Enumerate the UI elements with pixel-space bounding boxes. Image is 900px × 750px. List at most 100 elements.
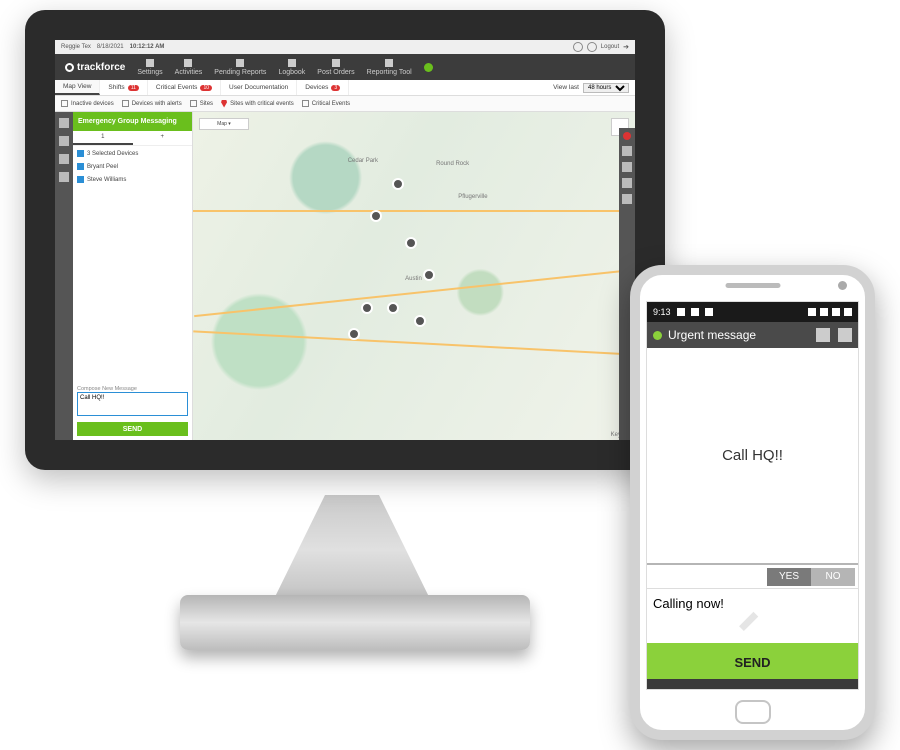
activities-icon (184, 59, 192, 67)
send-button[interactable]: SEND (77, 422, 188, 436)
check-all-devices[interactable]: 3 Selected Devices (77, 150, 188, 157)
badge-count: 10 (200, 85, 212, 91)
tab-critical-events[interactable]: Critical Events10 (148, 80, 221, 95)
status-battery-icon (844, 308, 852, 316)
check-device-b[interactable]: Steve Williams (77, 176, 188, 183)
critical-icon (302, 100, 309, 107)
badge-count: 11 (128, 85, 139, 91)
nav-reporting-tool[interactable]: Reporting Tool (367, 59, 412, 76)
map-marker[interactable] (423, 269, 435, 281)
view-last-label: View last (553, 84, 579, 91)
tab-label: Devices (305, 84, 328, 91)
logbook-icon (288, 59, 296, 67)
phone-send-button[interactable]: SEND (647, 645, 858, 679)
filter-sites-critical[interactable]: Sites with critical events (221, 100, 294, 108)
panel-subtabs: 1 + (73, 131, 192, 146)
status-location-icon (705, 308, 713, 316)
filter-label: Critical Events (312, 101, 350, 107)
rail-clipboard-icon[interactable] (59, 172, 69, 182)
close-session-icon[interactable] (587, 42, 597, 52)
brand-logo[interactable]: trackforce (65, 62, 125, 73)
rail-org-icon[interactable] (622, 194, 632, 204)
check-label: Bryant Peel (87, 164, 118, 170)
tab-map-view[interactable]: Map View (55, 80, 100, 95)
rail-routes-icon[interactable] (622, 162, 632, 172)
left-rail (55, 112, 73, 440)
nav-label: Settings (137, 69, 162, 76)
rail-people-icon[interactable] (622, 178, 632, 188)
map-marker[interactable] (405, 237, 417, 249)
monitor-bezel: Reggie Tex 8/18/2021 10:12:12 AM Logout … (25, 10, 665, 470)
status-cloud-icon (691, 308, 699, 316)
rail-layers-icon[interactable] (622, 146, 632, 156)
status-sync-icon (677, 308, 685, 316)
map-type-dropdown[interactable]: Map ▾ (199, 118, 249, 130)
phone-home-button[interactable] (735, 700, 771, 724)
nav-label: Reporting Tool (367, 69, 412, 76)
help-icon[interactable] (573, 42, 583, 52)
map-marker[interactable] (387, 302, 399, 314)
tab-user-documentation[interactable]: User Documentation (221, 80, 297, 95)
view-last-select[interactable]: 48 hours (583, 83, 629, 93)
map-marker[interactable] (414, 315, 426, 327)
panel-title: Emergency Group Messaging (73, 112, 192, 131)
city-label-austin: Austin (405, 276, 422, 282)
site-icon (190, 100, 197, 107)
monitor-stand-base (180, 595, 530, 650)
logout-link[interactable]: Logout (601, 44, 619, 50)
phone-nav-bar (647, 679, 858, 689)
compose-input[interactable]: Call HQ!! (77, 392, 188, 416)
tools-icon[interactable] (838, 328, 852, 342)
os-top-strip: Reggie Tex 8/18/2021 10:12:12 AM Logout … (55, 40, 635, 54)
nav-logbook[interactable]: Logbook (278, 59, 305, 76)
phone-app-bar: Urgent message (647, 322, 858, 348)
pin-red-icon (221, 100, 227, 108)
rail-chat-icon[interactable] (59, 118, 69, 128)
subtab-1[interactable]: 1 (73, 131, 133, 145)
current-user: Reggie Tex (61, 44, 91, 50)
yes-button[interactable]: YES (767, 568, 811, 586)
map-marker[interactable] (370, 210, 382, 222)
tab-label: Map View (63, 83, 91, 90)
messaging-panel: Emergency Group Messaging 1 + 3 Selected… (73, 112, 193, 440)
nav-post-orders[interactable]: Post Orders (317, 59, 354, 76)
city-label-roundrock: Round Rock (436, 161, 469, 167)
rail-device-icon[interactable] (59, 154, 69, 164)
checkbox-icon (77, 163, 84, 170)
map-marker[interactable] (392, 178, 404, 190)
filter-critical-events[interactable]: Critical Events (302, 100, 350, 107)
tab-devices[interactable]: Devices3 (297, 80, 349, 95)
logout-arrow-icon[interactable]: ➔ (623, 43, 629, 51)
rail-alert-icon[interactable] (623, 132, 631, 140)
yes-no-row: YES NO (647, 565, 858, 589)
road-line (193, 210, 635, 212)
phone-device: 9:13 Urgent message Call HQ!! YES NO (630, 265, 875, 740)
mic-icon[interactable] (816, 328, 830, 342)
app-body: Emergency Group Messaging 1 + 3 Selected… (55, 112, 635, 440)
nav-settings[interactable]: Settings (137, 59, 162, 76)
nav-pending-reports[interactable]: Pending Reports (214, 59, 266, 76)
rail-search-icon[interactable] (59, 136, 69, 146)
filter-inactive-devices[interactable]: Inactive devices (61, 100, 114, 107)
map-marker[interactable] (361, 302, 373, 314)
nav-label: Pending Reports (214, 69, 266, 76)
check-device-a[interactable]: Bryant Peel (77, 163, 188, 170)
nav-activities[interactable]: Activities (175, 59, 203, 76)
filter-label: Sites with critical events (230, 101, 294, 107)
map-canvas[interactable]: Austin Round Rock Cedar Park Pflugervill… (193, 112, 635, 440)
current-date: 8/18/2021 (97, 44, 124, 50)
tab-shifts[interactable]: Shifts11 (100, 80, 147, 95)
filter-devices-alerts[interactable]: Devices with alerts (122, 100, 182, 107)
nav-label: Logbook (278, 69, 305, 76)
badge-count: 3 (331, 85, 340, 91)
nav-label: Activities (175, 69, 203, 76)
subtab-add[interactable]: + (133, 131, 193, 145)
device-alert-icon (122, 100, 129, 107)
app-bar-title: Urgent message (668, 328, 756, 342)
no-button[interactable]: NO (811, 568, 855, 586)
compose-area: Compose New Message Call HQ!! SEND (73, 381, 192, 440)
filter-label: Sites (200, 101, 213, 107)
filter-sites[interactable]: Sites (190, 100, 213, 107)
status-lamp-icon (424, 63, 433, 72)
status-time: 9:13 (653, 307, 671, 317)
